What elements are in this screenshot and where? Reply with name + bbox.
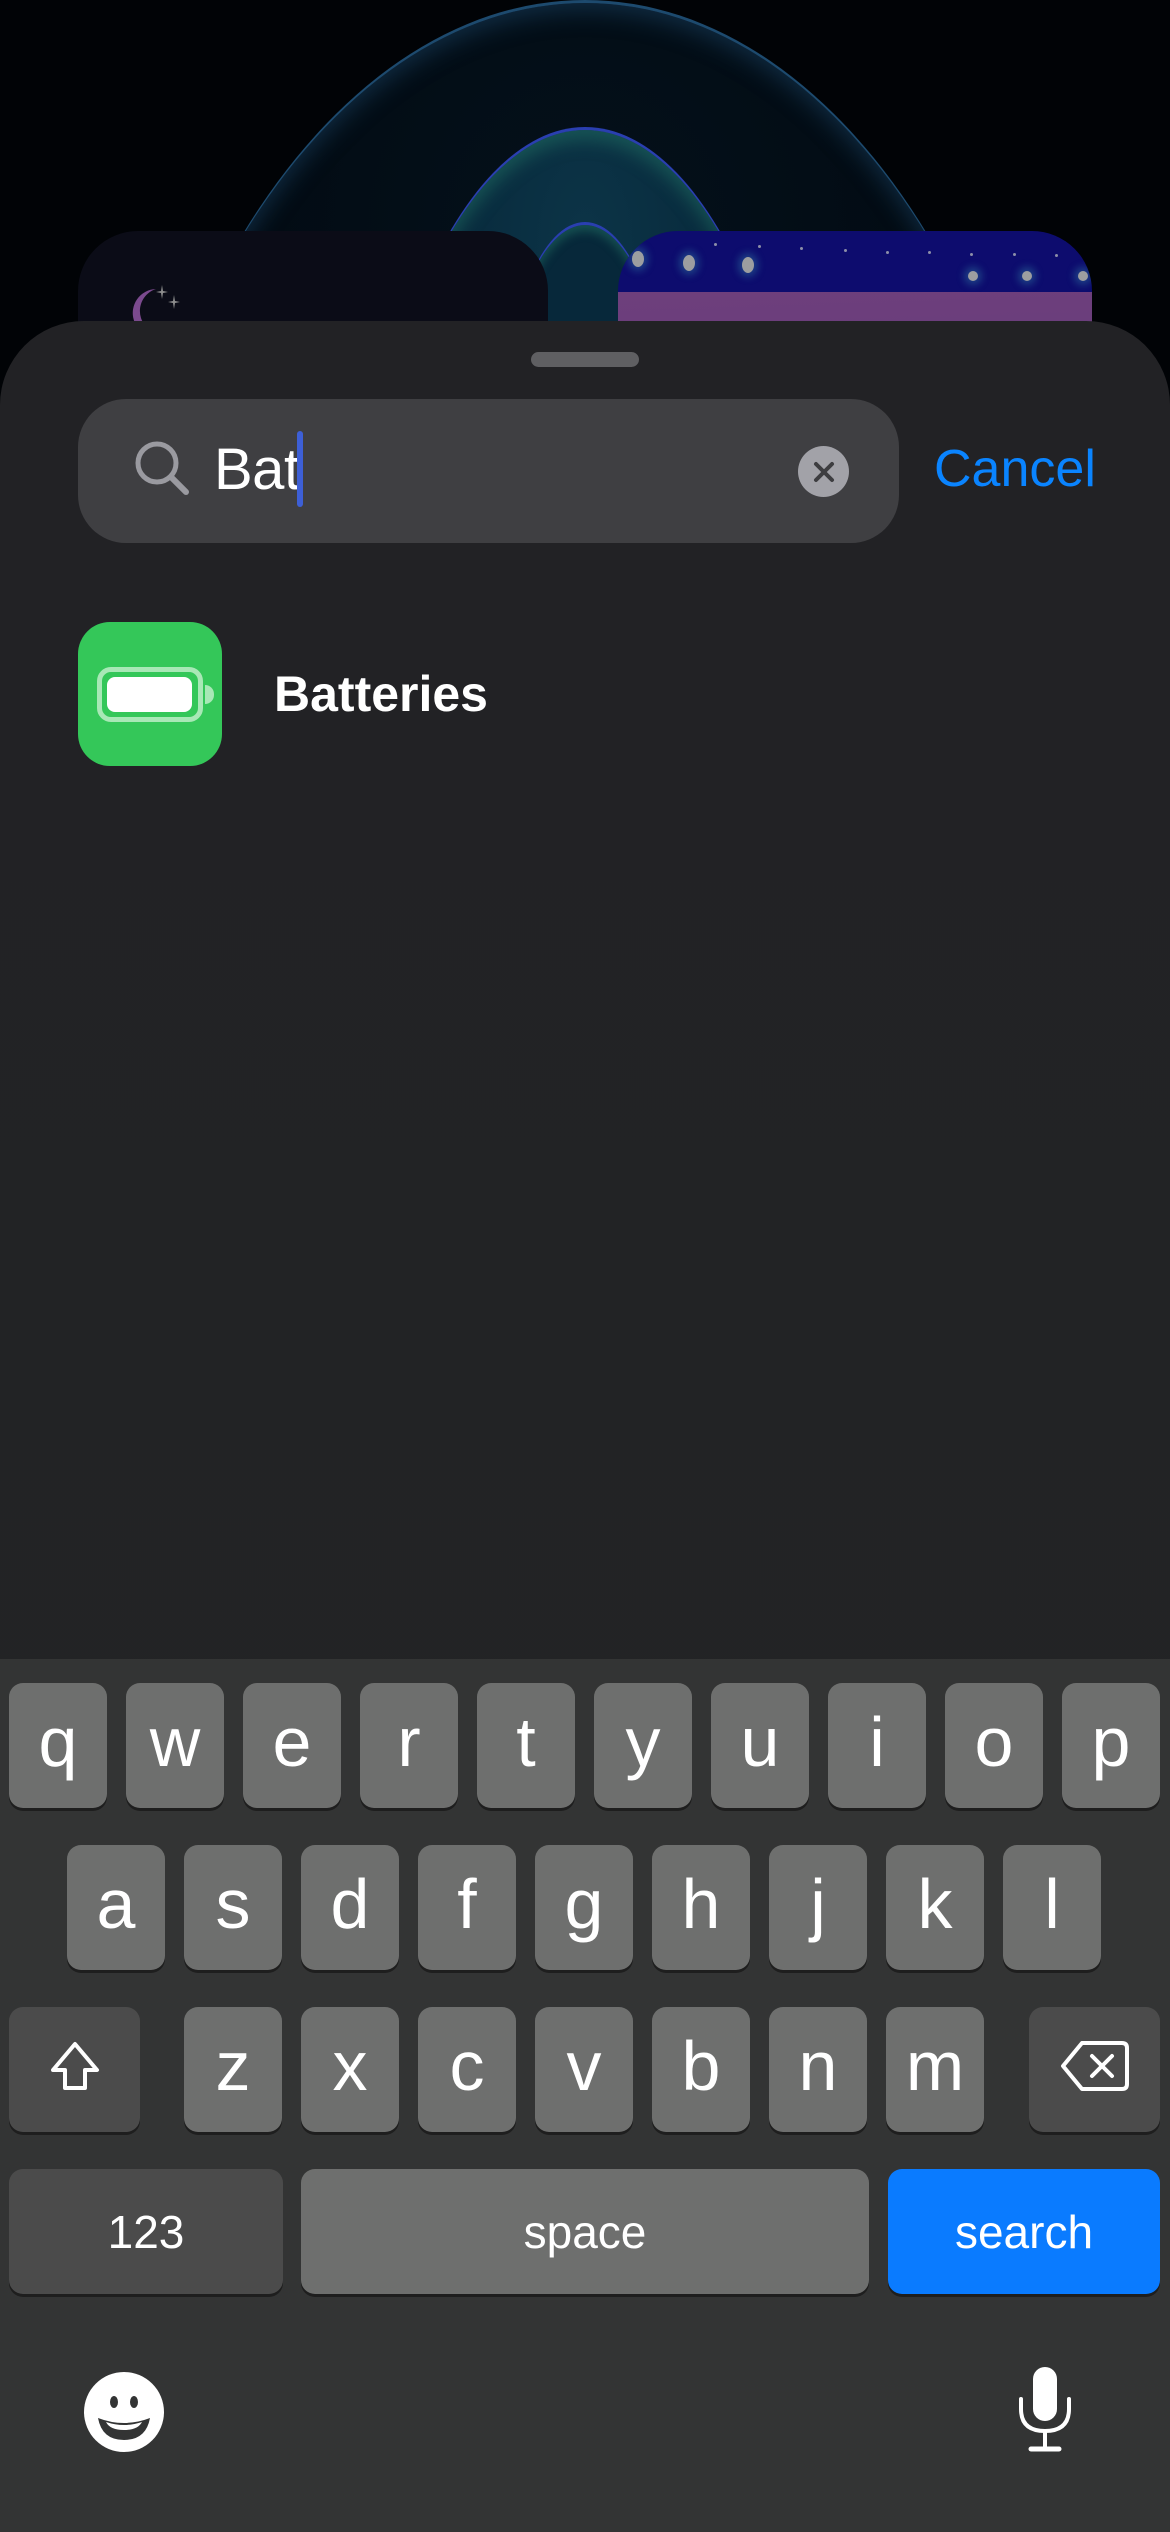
search-input-text[interactable]: Bat bbox=[214, 435, 300, 505]
key-a[interactable]: a bbox=[67, 1845, 165, 1970]
key-l[interactable]: l bbox=[1003, 1845, 1101, 1970]
keyboard: qwertyuiop asdfghjkl zxcvbnm 123 space s… bbox=[0, 1659, 1170, 2532]
light-dot bbox=[1022, 271, 1032, 281]
delete-key[interactable] bbox=[1029, 2007, 1160, 2132]
microphone-icon[interactable] bbox=[1015, 2365, 1075, 2453]
text-cursor bbox=[297, 431, 303, 507]
key-w[interactable]: w bbox=[126, 1683, 224, 1808]
light-dot bbox=[632, 251, 644, 267]
battery-level-fill bbox=[107, 676, 192, 712]
star-dot bbox=[886, 251, 889, 254]
key-q[interactable]: q bbox=[9, 1683, 107, 1808]
search-result-item[interactable]: Batteries bbox=[78, 621, 1092, 766]
close-icon bbox=[813, 461, 834, 482]
key-y[interactable]: y bbox=[594, 1683, 692, 1808]
shift-key[interactable] bbox=[9, 2007, 140, 2132]
cancel-button[interactable]: Cancel bbox=[934, 434, 1096, 504]
star-dot bbox=[800, 247, 803, 250]
light-dot bbox=[683, 255, 695, 271]
key-s[interactable]: s bbox=[184, 1845, 282, 1970]
key-d[interactable]: d bbox=[301, 1845, 399, 1970]
key-b[interactable]: b bbox=[652, 2007, 750, 2132]
shift-icon bbox=[50, 2041, 99, 2090]
battery-terminal bbox=[205, 684, 214, 704]
light-dot bbox=[968, 271, 978, 281]
key-e[interactable]: e bbox=[243, 1683, 341, 1808]
search-field[interactable]: Bat bbox=[78, 399, 899, 543]
key-t[interactable]: t bbox=[477, 1683, 575, 1808]
key-u[interactable]: u bbox=[711, 1683, 809, 1808]
star-dot bbox=[1055, 254, 1058, 257]
delete-icon bbox=[1060, 2040, 1129, 2091]
key-g[interactable]: g bbox=[535, 1845, 633, 1970]
star-dot bbox=[758, 245, 761, 248]
star-dot bbox=[714, 243, 717, 246]
key-n[interactable]: n bbox=[769, 2007, 867, 2132]
search-icon bbox=[135, 441, 189, 495]
search-key[interactable]: search bbox=[888, 2169, 1160, 2294]
clear-search-button[interactable] bbox=[798, 446, 849, 497]
key-v[interactable]: v bbox=[535, 2007, 633, 2132]
key-j[interactable]: j bbox=[769, 1845, 867, 1970]
key-k[interactable]: k bbox=[886, 1845, 984, 1970]
batteries-app-icon bbox=[78, 621, 222, 766]
key-x[interactable]: x bbox=[301, 2007, 399, 2132]
space-key[interactable]: space bbox=[301, 2169, 869, 2294]
key-c[interactable]: c bbox=[418, 2007, 516, 2132]
key-o[interactable]: o bbox=[945, 1683, 1043, 1808]
numbers-key[interactable]: 123 bbox=[9, 2169, 283, 2294]
key-r[interactable]: r bbox=[360, 1683, 458, 1808]
light-dot bbox=[1078, 271, 1088, 281]
key-m[interactable]: m bbox=[886, 2007, 984, 2132]
result-label: Batteries bbox=[274, 665, 488, 722]
emoji-icon[interactable] bbox=[84, 2372, 164, 2452]
key-h[interactable]: h bbox=[652, 1845, 750, 1970]
star-dot bbox=[844, 249, 847, 252]
star-dot bbox=[928, 251, 931, 254]
light-dot bbox=[742, 257, 754, 273]
star-dot bbox=[970, 253, 973, 256]
key-z[interactable]: z bbox=[184, 2007, 282, 2132]
key-i[interactable]: i bbox=[828, 1683, 926, 1808]
key-f[interactable]: f bbox=[418, 1845, 516, 1970]
sheet-grabber[interactable] bbox=[531, 352, 639, 367]
key-p[interactable]: p bbox=[1062, 1683, 1160, 1808]
star-dot bbox=[1013, 253, 1016, 256]
